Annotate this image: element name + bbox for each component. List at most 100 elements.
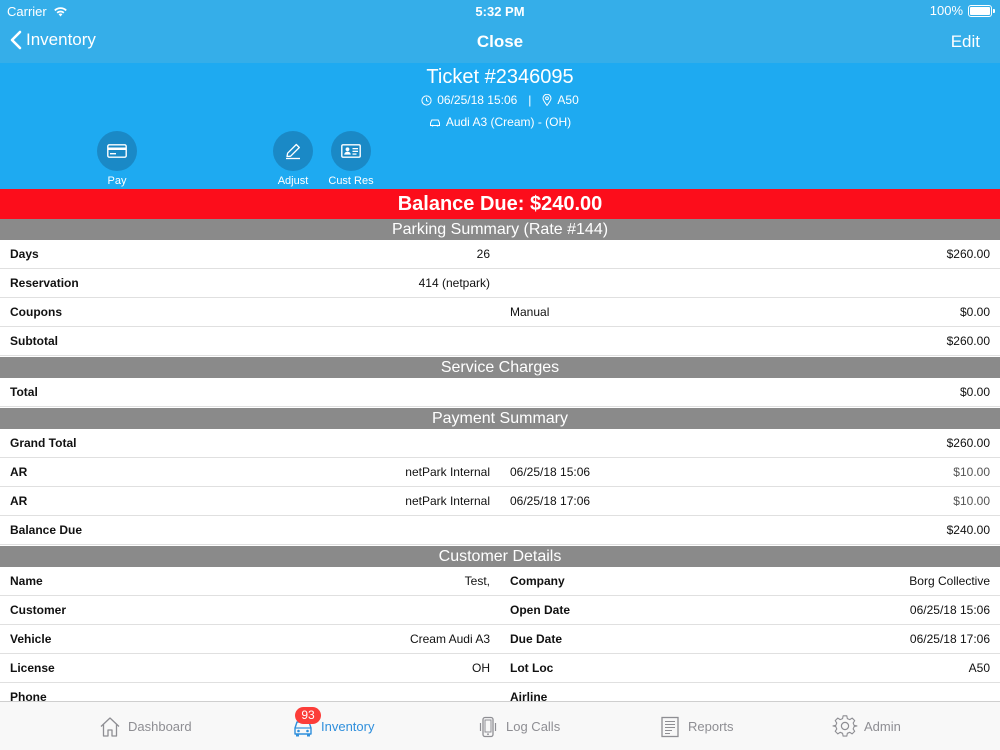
battery-info: 100% xyxy=(929,3,995,18)
navigation-bar: Inventory Close Edit xyxy=(0,22,1000,63)
row-label: Total xyxy=(10,385,38,399)
row-label: AR xyxy=(10,465,28,479)
gear-icon xyxy=(832,714,858,737)
row-label: AR xyxy=(10,494,28,508)
phone-icon xyxy=(479,716,497,737)
tab-admin[interactable]: Admin xyxy=(832,702,901,750)
ticket-location: A50 xyxy=(557,93,579,107)
row-amount: $240.00 xyxy=(946,523,990,537)
row-detail: Test, xyxy=(464,574,490,588)
row-amount: $260.00 xyxy=(946,436,990,450)
chevron-left-icon xyxy=(10,30,22,50)
row-label-secondary: Company xyxy=(510,574,565,588)
edit-button[interactable]: Edit xyxy=(951,32,980,52)
adjust-button[interactable]: Adjust xyxy=(263,131,323,187)
battery-percent: 100% xyxy=(929,3,963,18)
row-amount: $0.00 xyxy=(959,385,990,399)
inventory-count-badge: 93 xyxy=(295,707,321,724)
row-label-secondary: Open Date xyxy=(510,603,571,617)
row-detail: Manual xyxy=(510,305,550,319)
section-header-payment: Payment Summary xyxy=(0,408,1000,429)
row-label: Coupons xyxy=(10,305,62,319)
cust-res-label: Cust Res xyxy=(328,175,374,187)
table-row: Customer Open Date 06/25/18 15:06 xyxy=(0,596,1000,625)
row-label-secondary: Lot Loc xyxy=(510,661,554,675)
row-label: Customer xyxy=(10,603,67,617)
tab-dashboard[interactable]: Dashboard xyxy=(98,702,192,750)
back-button[interactable]: Inventory xyxy=(10,30,96,50)
section-header-service: Service Charges xyxy=(0,357,1000,378)
adjust-label: Adjust xyxy=(277,175,309,187)
row-value: Borg Collective xyxy=(909,574,990,588)
battery-icon xyxy=(968,4,995,17)
row-date: 06/25/18 17:06 xyxy=(510,494,591,508)
cust-res-button[interactable]: Cust Res xyxy=(321,131,381,187)
row-label: Subtotal xyxy=(10,334,58,348)
row-value: 06/25/18 15:06 xyxy=(909,603,990,617)
balance-due-banner: Balance Due: $240.00 xyxy=(0,189,1000,219)
row-detail: Cream Audi A3 xyxy=(409,632,490,646)
pencil-icon xyxy=(286,143,300,160)
tab-admin-label: Admin xyxy=(864,719,901,734)
id-card-icon xyxy=(341,144,361,158)
row-label: Grand Total xyxy=(10,436,77,450)
section-header-parking: Parking Summary (Rate #144) xyxy=(0,219,1000,240)
page-title: Close xyxy=(476,32,524,51)
table-row: Subtotal $260.00 xyxy=(0,327,1000,356)
ticket-meta: 06/25/18 15:06 | A50 xyxy=(0,93,1000,107)
row-label: Days xyxy=(10,247,39,261)
report-icon xyxy=(661,716,679,737)
row-label: Reservation xyxy=(10,276,79,290)
row-label: Name xyxy=(10,574,43,588)
car-icon xyxy=(429,119,440,126)
table-row: AR netPark Internal 06/25/18 15:06 $10.0… xyxy=(0,458,1000,487)
table-row: Days 26 $260.00 xyxy=(0,240,1000,269)
ticket-vehicle-text: Audi A3 (Cream) - (OH) xyxy=(445,115,572,129)
pay-button[interactable]: Pay xyxy=(87,131,147,187)
row-value: A50 xyxy=(968,661,990,675)
table-row: Reservation 414 (netpark) xyxy=(0,269,1000,298)
ticket-vehicle: Audi A3 (Cream) - (OH) xyxy=(0,115,1000,129)
tab-reports-label: Reports xyxy=(688,719,734,734)
pay-label: Pay xyxy=(107,175,127,187)
row-label: Vehicle xyxy=(10,632,52,646)
ticket-title: Ticket #2346095 xyxy=(426,66,574,88)
table-row: Grand Total $260.00 xyxy=(0,429,1000,458)
location-pin-icon xyxy=(542,94,552,106)
table-row: AR netPark Internal 06/25/18 17:06 $10.0… xyxy=(0,487,1000,516)
pay-circle xyxy=(97,131,137,171)
row-detail: netPark Internal xyxy=(405,465,490,479)
tab-log-calls-label: Log Calls xyxy=(506,719,561,734)
row-amount: $10.00 xyxy=(953,465,990,479)
table-row: License OH Lot Loc A50 xyxy=(0,654,1000,683)
clock-icon xyxy=(421,94,432,106)
credit-card-icon xyxy=(107,144,127,158)
back-button-label: Inventory xyxy=(26,30,96,49)
ticket-datetime: 06/25/18 15:06 xyxy=(437,93,518,107)
table-row: Vehicle Cream Audi A3 Due Date 06/25/18 … xyxy=(0,625,1000,654)
table-row: Coupons Manual $0.00 xyxy=(0,298,1000,327)
tab-dashboard-label: Dashboard xyxy=(128,719,192,734)
cust-res-circle xyxy=(331,131,371,171)
status-bar: Carrier 5:32 PM 100% xyxy=(0,0,1000,22)
row-amount: $10.00 xyxy=(953,494,990,508)
row-amount: $0.00 xyxy=(959,305,990,319)
row-detail: 414 (netpark) xyxy=(418,276,490,290)
home-icon xyxy=(100,716,120,737)
status-time: 5:32 PM xyxy=(475,4,525,19)
tab-reports[interactable]: Reports xyxy=(658,702,734,750)
row-amount: $260.00 xyxy=(946,334,990,348)
row-label: Balance Due xyxy=(10,523,83,537)
row-detail: 26 xyxy=(476,247,490,261)
tab-inventory-label: Inventory xyxy=(321,719,375,734)
row-label-secondary: Due Date xyxy=(510,632,563,646)
row-value: 06/25/18 17:06 xyxy=(909,632,990,646)
row-label: License xyxy=(10,661,55,675)
row-detail: OH xyxy=(472,661,490,675)
tab-bar: Dashboard Inventory 93 Log Calls Reports xyxy=(0,701,1000,750)
ticket-header: Ticket #2346095 06/25/18 15:06 | A50 Aud… xyxy=(0,63,1000,189)
tab-log-calls[interactable]: Log Calls xyxy=(476,702,560,750)
table-row: Name Test, Company Borg Collective xyxy=(0,567,1000,596)
table-row: Total $0.00 xyxy=(0,378,1000,407)
row-detail: netPark Internal xyxy=(405,494,490,508)
